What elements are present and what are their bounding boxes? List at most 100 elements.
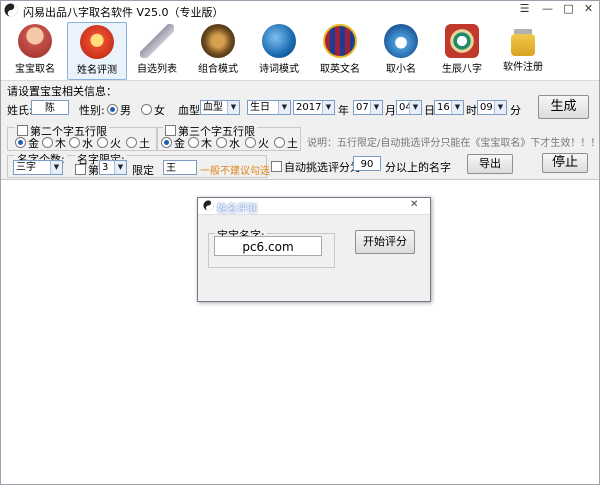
tool-combination-mode[interactable]: 组合模式 bbox=[189, 22, 247, 78]
tool-label: 软件注册 bbox=[503, 62, 543, 73]
generate-button[interactable]: 生成 bbox=[538, 95, 589, 119]
tool-label: 组合模式 bbox=[198, 64, 238, 75]
surname-label: 姓氏: bbox=[7, 104, 33, 117]
minute-value: 09 bbox=[480, 102, 493, 113]
radio-dot bbox=[42, 137, 53, 148]
tool-poetry-mode[interactable]: 诗词模式 bbox=[250, 22, 308, 78]
stop-button[interactable]: 停止 bbox=[542, 153, 588, 173]
gender-male-radio[interactable]: 男 bbox=[107, 102, 131, 118]
radio-dot bbox=[161, 137, 172, 148]
position-value: 3 bbox=[102, 162, 109, 173]
tool-english-name[interactable]: 取英文名 bbox=[311, 22, 369, 78]
book-icon bbox=[262, 24, 296, 58]
lion-icon bbox=[201, 24, 235, 58]
lock-icon bbox=[511, 34, 535, 56]
settings-panel: 请设置宝宝相关信息： 姓氏: 陈 性别: 男 女 血型: 血型 ▼ 生日 ▼ 201… bbox=[1, 80, 599, 180]
dialog-close-button[interactable]: ✕ bbox=[410, 199, 418, 210]
filter-note: 说明：五行限定/自动挑选评分只能在《宝宝取名》下才生效！！！！！ bbox=[307, 138, 600, 149]
tool-bazi[interactable]: 生辰八字 bbox=[433, 22, 491, 78]
third-metal-radio[interactable]: 金 bbox=[161, 135, 185, 151]
position-limit-toggle[interactable]: 第 bbox=[75, 162, 99, 178]
radio-dot bbox=[274, 137, 285, 148]
radio-dot bbox=[126, 137, 137, 148]
element-label: 水 bbox=[82, 137, 93, 150]
radio-dot bbox=[245, 137, 256, 148]
chevron-down-icon: ▼ bbox=[370, 101, 382, 114]
tool-label: 生辰八字 bbox=[442, 64, 482, 75]
chevron-down-icon: ▼ bbox=[322, 101, 334, 114]
chevron-down-icon: ▼ bbox=[278, 101, 290, 114]
tool-label: 取英文名 bbox=[320, 64, 360, 75]
third-earth-radio[interactable]: 土 bbox=[274, 135, 298, 151]
element-label: 木 bbox=[55, 137, 66, 150]
hour-select[interactable]: 16 ▼ bbox=[434, 100, 464, 115]
gender-female-radio[interactable]: 女 bbox=[141, 102, 165, 118]
tool-custom-list[interactable]: 自选列表 bbox=[128, 22, 186, 78]
surname-input[interactable]: 陈 bbox=[31, 100, 69, 115]
snowman-icon bbox=[384, 24, 418, 58]
baby-icon bbox=[18, 24, 52, 58]
radio-dot bbox=[107, 104, 118, 115]
third-wood-radio[interactable]: 木 bbox=[188, 135, 212, 151]
element-label: 火 bbox=[110, 137, 121, 150]
day-select[interactable]: 04 ▼ bbox=[396, 100, 422, 115]
tool-label: 自选列表 bbox=[137, 64, 177, 75]
second-water-radio[interactable]: 水 bbox=[69, 135, 93, 151]
checkbox bbox=[75, 164, 86, 175]
auto-score-input[interactable]: 90 bbox=[353, 156, 381, 171]
export-button[interactable]: 导出 bbox=[467, 154, 513, 174]
minute-select[interactable]: 09 ▼ bbox=[477, 100, 507, 115]
form-heading: 请设置宝宝相关信息： bbox=[7, 85, 117, 98]
position-prefix: 第 bbox=[88, 164, 99, 177]
name-count-select[interactable]: 三字 ▼ bbox=[13, 160, 63, 175]
hour-unit: 时 bbox=[466, 104, 477, 117]
month-select[interactable]: 07 ▼ bbox=[353, 100, 383, 115]
chevron-down-icon: ▼ bbox=[494, 101, 506, 114]
gender-male-label: 男 bbox=[120, 104, 131, 117]
tool-label: 姓名评测 bbox=[77, 65, 117, 76]
checkbox bbox=[271, 161, 282, 172]
tool-name-evaluation[interactable]: 姓名评测 bbox=[67, 22, 127, 80]
tool-register[interactable]: 软件注册 bbox=[494, 22, 552, 78]
birth-type-select[interactable]: 生日 ▼ bbox=[247, 100, 291, 115]
close-button[interactable]: ✕ bbox=[578, 1, 599, 18]
maximize-button[interactable]: □ bbox=[558, 1, 579, 18]
tool-baby-naming[interactable]: 宝宝取名 bbox=[6, 22, 64, 78]
year-value: 2017 bbox=[296, 102, 322, 113]
second-metal-radio[interactable]: 金 bbox=[15, 135, 39, 151]
second-earth-radio[interactable]: 土 bbox=[126, 135, 150, 151]
month-unit: 月 bbox=[385, 104, 396, 117]
menu-icon[interactable]: ☰ bbox=[514, 1, 535, 18]
radio-dot bbox=[69, 137, 80, 148]
element-label: 火 bbox=[258, 137, 269, 150]
element-label: 金 bbox=[28, 137, 39, 150]
third-water-radio[interactable]: 水 bbox=[216, 135, 240, 151]
baby-name-input[interactable]: pc6.com bbox=[214, 236, 322, 256]
name-count-value: 三字 bbox=[16, 162, 36, 173]
barcelona-icon bbox=[323, 24, 357, 58]
dialog-title-bar: 姓名评测 ✕ bbox=[198, 198, 430, 215]
radio-dot bbox=[216, 137, 227, 148]
chevron-down-icon: ▼ bbox=[227, 101, 239, 114]
element-label: 水 bbox=[229, 137, 240, 150]
third-fire-radio[interactable]: 火 bbox=[245, 135, 269, 151]
radio-dot bbox=[141, 104, 152, 115]
tool-nickname[interactable]: 取小名 bbox=[372, 22, 430, 78]
second-fire-radio[interactable]: 火 bbox=[97, 135, 121, 151]
bagua-icon bbox=[445, 24, 479, 58]
limit-char-input[interactable]: 王 bbox=[163, 160, 197, 175]
start-evaluation-button[interactable]: 开始评分 bbox=[355, 230, 415, 254]
gender-female-label: 女 bbox=[154, 104, 165, 117]
chevron-down-icon: ▼ bbox=[409, 101, 421, 114]
tool-label: 取小名 bbox=[386, 64, 416, 75]
title-bar: 闪易出品八字取名软件 V25.0（专业版） ☰ — □ ✕ bbox=[1, 1, 599, 20]
year-select[interactable]: 2017 ▼ bbox=[293, 100, 335, 115]
second-wood-radio[interactable]: 木 bbox=[42, 135, 66, 151]
fortune-icon bbox=[80, 25, 114, 59]
auto-score-toggle[interactable]: 自动挑选评分为: bbox=[271, 159, 365, 175]
name-evaluation-dialog: 姓名评测 ✕ 宝宝名字: pc6.com 开始评分 bbox=[197, 197, 431, 302]
blood-type-select[interactable]: 血型 ▼ bbox=[200, 100, 240, 115]
minimize-button[interactable]: — bbox=[537, 1, 558, 18]
position-select[interactable]: 3 ▼ bbox=[99, 160, 127, 175]
app-logo-icon bbox=[203, 200, 214, 211]
